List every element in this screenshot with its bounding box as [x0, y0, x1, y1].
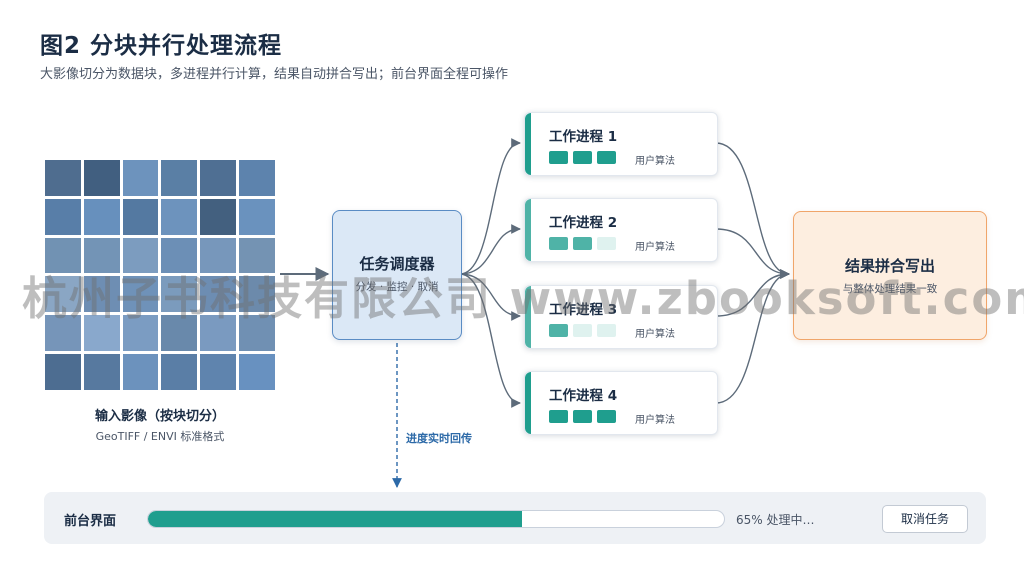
input-image-tile-grid [45, 160, 275, 390]
worker-progress-chips [549, 410, 616, 423]
input-image-format: GeoTIFF / ENVI 标准格式 [95, 430, 225, 443]
worker-accent-bar [525, 372, 531, 434]
worker-chip [573, 410, 592, 423]
image-tile [83, 237, 120, 274]
worker-title: 工作进程 2 [549, 215, 618, 231]
image-tile [161, 276, 198, 313]
image-tile [239, 160, 275, 196]
image-tile [83, 315, 120, 352]
image-tile [45, 276, 81, 313]
worker-2-to-merge-link [715, 228, 790, 279]
worker-chip [549, 151, 568, 164]
scheduler-subtitle: 分发 · 监控 · 取消 [355, 281, 439, 293]
image-tile [200, 237, 237, 274]
image-tile [45, 354, 81, 390]
image-tile [122, 237, 159, 274]
worker-chip [597, 324, 616, 337]
worker-chip [597, 237, 616, 250]
input-image-title: 输入影像（按块切分） [94, 409, 225, 424]
worker-chip [549, 324, 568, 337]
scheduler-title: 任务调度器 [359, 255, 435, 273]
worker-title: 工作进程 4 [549, 388, 618, 404]
worker-accent-bar [525, 286, 531, 348]
image-tile [45, 237, 81, 274]
worker-chip [573, 237, 592, 250]
image-tile [239, 354, 275, 390]
image-tile [45, 315, 81, 352]
worker-progress-chips [549, 237, 616, 250]
image-tile [239, 198, 275, 235]
worker-title: 工作进程 1 [549, 129, 618, 145]
image-tile [122, 276, 159, 313]
worker-3-to-merge-link [715, 269, 790, 317]
image-tile [83, 160, 120, 196]
image-tile [200, 315, 237, 352]
image-tile [122, 315, 159, 352]
worker-chip [549, 237, 568, 250]
worker-chip [597, 410, 616, 423]
image-tile [122, 160, 159, 196]
image-tile [200, 160, 237, 196]
worker-title: 工作进程 3 [549, 302, 618, 318]
image-tile [200, 276, 237, 313]
image-tile [161, 354, 198, 390]
scheduler-to-worker-3-link [459, 273, 521, 321]
image-tile [161, 237, 198, 274]
merge-output-node: 结果拼合写出 与整体处理结果一致 [793, 211, 987, 340]
progress-status-text: 65% 处理中… [736, 513, 815, 527]
frontend-panel-title: 前台界面 [64, 514, 117, 529]
worker-1-to-merge-link [715, 142, 790, 279]
image-tile [200, 354, 237, 390]
worker-progress-chips [549, 151, 616, 164]
image-tile [161, 315, 198, 352]
worker-accent-bar [525, 199, 531, 261]
worker-algorithm-label: 用户算法 [635, 242, 675, 253]
worker-algorithm-label: 用户算法 [635, 329, 675, 340]
worker-progress-chips [549, 324, 616, 337]
image-tile [83, 276, 120, 313]
worker-chip [549, 410, 568, 423]
image-tile [239, 315, 275, 352]
progress-bar-fill [148, 511, 523, 527]
image-tile [45, 198, 81, 235]
image-tile [83, 354, 120, 390]
scheduler-node: 任务调度器 分发 · 监控 · 取消 [332, 210, 462, 340]
worker-node-2: 工作进程 2 用户算法 [524, 198, 718, 262]
image-tile [200, 198, 237, 235]
cancel-task-button[interactable]: 取消任务 [882, 505, 968, 533]
progress-feedback-label: 进度实时回传 [406, 432, 472, 445]
worker-node-4: 工作进程 4 用户算法 [524, 371, 718, 435]
worker-chip [573, 151, 592, 164]
frontend-panel: 前台界面 65% 处理中… 取消任务 [44, 492, 986, 544]
image-tile [122, 354, 159, 390]
image-tile [239, 276, 275, 313]
worker-algorithm-label: 用户算法 [635, 156, 675, 167]
image-tile [122, 198, 159, 235]
worker-4-to-merge-link [715, 269, 790, 404]
image-tile [161, 160, 198, 196]
progress-bar [147, 510, 725, 528]
worker-accent-bar [525, 113, 531, 175]
image-tile [161, 198, 198, 235]
worker-node-1: 工作进程 1 用户算法 [524, 112, 718, 176]
merge-title: 结果拼合写出 [844, 257, 935, 275]
worker-chip [597, 151, 616, 164]
worker-chip [573, 324, 592, 337]
merge-subtitle: 与整体处理结果一致 [842, 283, 938, 295]
scheduler-to-worker-2-link [459, 224, 521, 275]
image-tile [83, 198, 120, 235]
image-tile [239, 237, 275, 274]
image-tile [45, 160, 81, 196]
worker-algorithm-label: 用户算法 [635, 415, 675, 426]
worker-node-3: 工作进程 3 用户算法 [524, 285, 718, 349]
